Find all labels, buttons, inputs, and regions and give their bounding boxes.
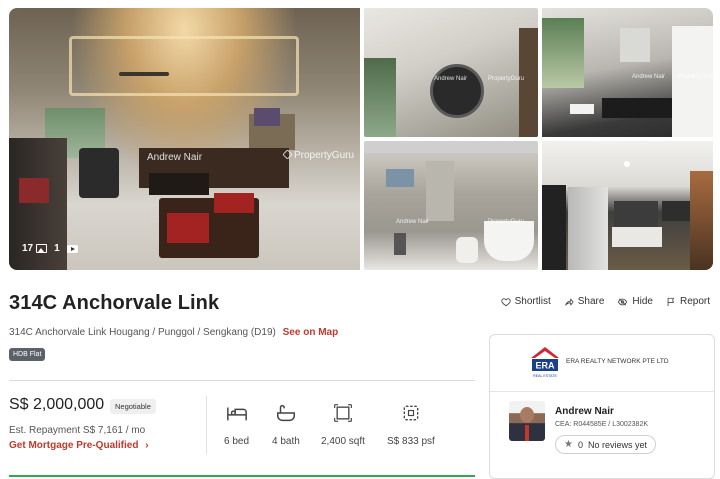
property-type-badge: HDB Flat (9, 348, 46, 361)
shortlist-label: Shortlist (514, 296, 551, 307)
bathroom-count: 4 bath (272, 436, 300, 447)
estimated-repayment: Est. Repayment S$ 7,161 / mo (9, 425, 146, 436)
heart-icon (500, 297, 511, 306)
review-count: 0 (577, 439, 583, 450)
watermark-brand: PropertyGuru (678, 74, 713, 80)
chevron-right-icon: › (145, 440, 149, 451)
hide-icon (618, 297, 628, 306)
share-icon (564, 298, 574, 306)
agent-card-divider (490, 391, 714, 392)
agent-card: ERA REAL ESTATE ERA REALTY NETWORK PTE L… (489, 334, 715, 479)
price-per-sqft: S$ 833 psf (387, 436, 435, 447)
watermark-brand: PropertyGuru (488, 76, 525, 82)
flag-icon (667, 297, 674, 306)
share-label: Share (577, 296, 605, 307)
price-spec-divider (206, 396, 207, 454)
agent-avatar[interactable] (509, 401, 545, 441)
watermark-agent: Andrew Nair (434, 76, 468, 82)
section-divider (9, 380, 475, 381)
watermark-agent: Andrew Nair (396, 219, 430, 225)
hide-button[interactable]: Hide (617, 296, 653, 307)
listing-price: S$ 2,000,000 (9, 396, 105, 413)
prequal-label: Get Mortgage Pre-Qualified (9, 440, 139, 451)
agency-name: ERA REALTY NETWORK PTE LTD (566, 358, 669, 365)
video-count-label: 1 (54, 243, 60, 254)
watermark-brand: PropertyGuru (282, 149, 354, 161)
photo-bathroom[interactable]: Andrew Nair PropertyGuru (364, 141, 538, 270)
psf-icon (403, 405, 419, 421)
video-icon (66, 244, 78, 253)
agent-cea-number: CEA: R044585E / L3002382K (555, 421, 649, 428)
agent-reviews-button[interactable]: ★ 0 No reviews yet (555, 435, 657, 454)
report-button[interactable]: Report (666, 296, 710, 307)
bottom-accent-bar (9, 475, 475, 477)
watermark-brand: PropertyGuru (488, 219, 525, 225)
image-icon (36, 244, 48, 253)
negotiable-badge: Negotiable (110, 399, 156, 414)
media-count[interactable]: 17 1 (22, 243, 78, 254)
main-photo-living-room[interactable]: Andrew Nair PropertyGuru 17 1 (9, 8, 360, 270)
svg-text:ERA: ERA (535, 361, 555, 371)
spec-bedrooms: 6 bed (224, 403, 249, 449)
photo-kitchen[interactable]: Andrew Nair PropertyGuru (542, 8, 713, 137)
watermark-agent: Andrew Nair (632, 74, 666, 80)
listing-address-row: 314C Anchorvale Link Hougang / Punggol /… (9, 327, 338, 338)
area-icon (334, 404, 352, 422)
svg-text:REAL ESTATE: REAL ESTATE (533, 374, 557, 378)
photo-dining-kitchen[interactable] (542, 141, 713, 270)
watermark-agent: Andrew Nair (147, 152, 203, 163)
bedroom-count: 6 bed (224, 436, 250, 447)
spec-floor-area: 2,400 sqft (321, 403, 365, 449)
see-on-map-link[interactable]: See on Map (283, 327, 339, 338)
listing-address: 314C Anchorvale Link Hougang / Punggol /… (9, 327, 276, 338)
review-text: No reviews yet (587, 439, 648, 450)
agent-name[interactable]: Andrew Nair (555, 406, 614, 417)
bed-icon (226, 407, 247, 421)
mortgage-prequal-link[interactable]: Get Mortgage Pre-Qualified › (9, 440, 149, 451)
shortlist-button[interactable]: Shortlist (500, 296, 551, 307)
listing-title: 314C Anchorvale Link (9, 292, 220, 314)
spec-psf: S$ 833 psf (387, 403, 435, 449)
share-button[interactable]: Share (564, 296, 605, 307)
floor-area: 2,400 sqft (321, 436, 365, 447)
photo-gallery[interactable]: Andrew Nair PropertyGuru 17 1 Andrew Nai… (9, 8, 713, 270)
spec-bathrooms: 4 bath (272, 403, 300, 449)
star-icon: ★ (564, 439, 573, 450)
era-logo: ERA REAL ESTATE (531, 347, 559, 378)
hide-label: Hide (632, 296, 653, 307)
report-label: Report (679, 296, 710, 307)
photo-count-label: 17 (22, 243, 34, 254)
photo-entrance[interactable]: Andrew Nair PropertyGuru (364, 8, 538, 137)
bath-icon (276, 404, 295, 422)
listing-actions: Shortlist Share Hide Report (500, 296, 710, 307)
